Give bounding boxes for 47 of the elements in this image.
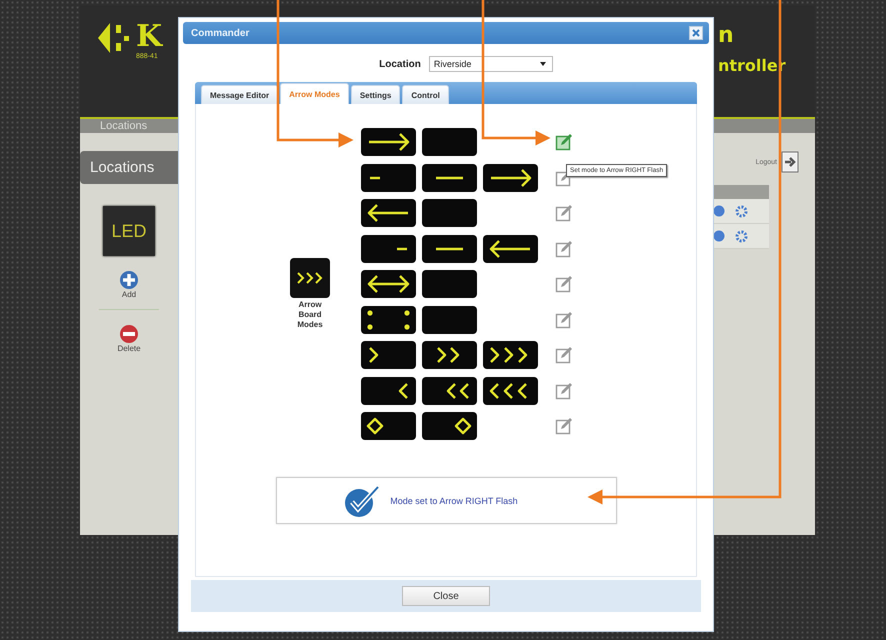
arrow-board-panel[interactable]: [361, 164, 416, 192]
arrow-board-panel[interactable]: [361, 376, 416, 404]
sidebar-heading: Locations: [80, 151, 178, 184]
led-sign-tile[interactable]: LED: [103, 206, 155, 256]
action-label[interactable]: Add: [122, 290, 136, 299]
arrow-board-panel[interactable]: [422, 376, 477, 404]
logo-text: K: [136, 21, 162, 53]
arrow-board-panel[interactable]: [361, 199, 416, 227]
arrow-board-panel[interactable]: [361, 270, 416, 298]
tab[interactable]: Message Editor: [201, 85, 278, 104]
arrow-board-panel[interactable]: [422, 341, 477, 369]
arrow-board-panel[interactable]: [483, 234, 538, 262]
location-label: Location: [379, 58, 421, 70]
gear-icon[interactable]: [735, 230, 748, 242]
tab[interactable]: Settings: [350, 85, 400, 104]
gear-icon[interactable]: [735, 204, 748, 218]
info-icon[interactable]: [713, 205, 725, 217]
info-icon[interactable]: [713, 230, 725, 242]
edit-icon[interactable]: [555, 133, 573, 151]
close-icon[interactable]: [689, 26, 703, 40]
board-modes-label: Arrow Board Modes: [296, 300, 324, 330]
arrow-board-panel[interactable]: [361, 341, 416, 369]
action-label[interactable]: Delete: [117, 344, 141, 353]
add-icon[interactable]: [119, 270, 139, 290]
arrow-board-panel[interactable]: [361, 234, 416, 262]
arrow-board-panel[interactable]: [422, 412, 477, 440]
close-button[interactable]: Close: [402, 586, 490, 606]
logo-icon: [96, 21, 132, 55]
arrow-board-panel[interactable]: [422, 164, 477, 192]
chevrons-icon: [290, 258, 330, 298]
location-dropdown[interactable]: Riverside: [428, 56, 553, 72]
arrow-board-panel[interactable]: [361, 412, 416, 440]
arrow-board-panel[interactable]: [422, 234, 477, 262]
delete-icon[interactable]: [119, 324, 139, 344]
tab[interactable]: Control: [402, 85, 449, 104]
arrow-board-panel[interactable]: [483, 341, 538, 369]
dialog-title: Commander: [191, 28, 250, 38]
site-title-fragment: n: [718, 23, 734, 49]
arrow-board-panel[interactable]: [483, 164, 538, 192]
arrow-board-panel[interactable]: [361, 128, 416, 156]
logout-icon[interactable]: [781, 151, 799, 173]
arrow-board-panel[interactable]: [422, 306, 477, 334]
nav-label: Locations: [100, 120, 148, 132]
arrow-board-panel[interactable]: [483, 376, 538, 404]
dropdown-caret-icon[interactable]: [540, 61, 546, 67]
arrow-board-panel[interactable]: [361, 306, 416, 334]
status-message: Mode set to Arrow RIGHT Flash: [390, 496, 518, 506]
